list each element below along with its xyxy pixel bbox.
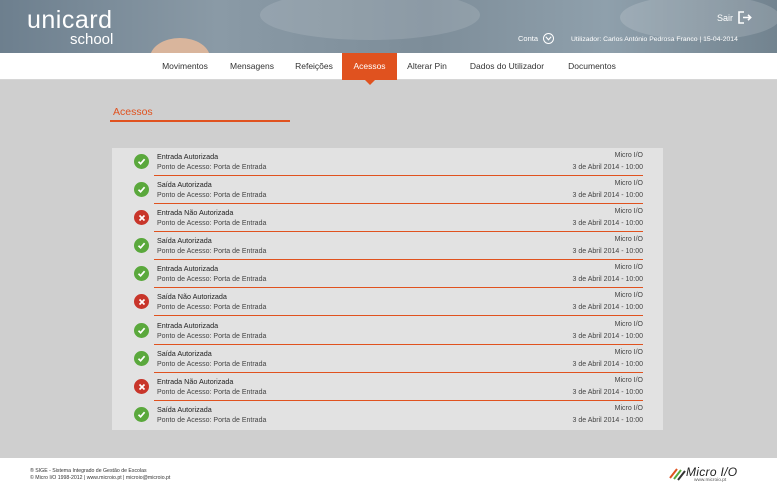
access-title: Entrada Não Autorizada xyxy=(157,377,234,386)
check-icon xyxy=(134,323,149,338)
footer: ® SIGE - Sistema Integrado de Gestão de … xyxy=(0,458,777,486)
nav-item-acessos[interactable]: Acessos xyxy=(342,53,397,85)
brand-name: Micro I/O xyxy=(686,465,738,479)
nav-item-mensagens[interactable]: Mensagens xyxy=(222,53,282,80)
access-device: Micro I/O xyxy=(614,349,643,356)
account-label: Conta xyxy=(518,34,539,43)
logout-button[interactable]: Sair xyxy=(717,11,752,24)
access-title: Saída Autorizada xyxy=(157,349,212,358)
list-item: Entrada Não Autorizada Ponto de Acesso: P… xyxy=(112,373,663,401)
check-icon xyxy=(134,238,149,253)
nav-item-refeicoes[interactable]: Refeições xyxy=(287,53,341,80)
access-point: Ponto de Acesso: Porta de Entrada xyxy=(157,389,267,396)
logo[interactable]: unicard xyxy=(27,6,113,34)
access-title: Entrada Não Autorizada xyxy=(157,208,234,217)
list-item: Entrada Autorizada Ponto de Acesso: Porta… xyxy=(112,317,663,345)
list-item: Entrada Autorizada Ponto de Acesso: Porta… xyxy=(112,148,663,176)
access-point: Ponto de Acesso: Porta de Entrada xyxy=(157,248,267,255)
access-title: Entrada Autorizada xyxy=(157,321,219,330)
access-datetime: 3 de Abril 2014 - 10:00 xyxy=(572,248,643,255)
access-datetime: 3 de Abril 2014 - 10:00 xyxy=(572,192,643,199)
access-datetime: 3 de Abril 2014 - 10:00 xyxy=(572,164,643,171)
access-title: Saída Autorizada xyxy=(157,180,212,189)
list-item: Saída Autorizada Ponto de Acesso: Porta d… xyxy=(112,401,663,429)
title-underline xyxy=(110,120,290,122)
microio-logo[interactable]: Micro I/O www.microio.pt xyxy=(668,463,750,483)
access-title: Saída Autorizada xyxy=(157,236,212,245)
nav-item-documentos[interactable]: Documentos xyxy=(559,53,625,80)
cross-icon xyxy=(134,379,149,394)
access-datetime: 3 de Abril 2014 - 10:00 xyxy=(572,417,643,424)
check-icon xyxy=(134,407,149,422)
access-device: Micro I/O xyxy=(614,152,643,159)
check-icon xyxy=(134,154,149,169)
access-device: Micro I/O xyxy=(614,292,643,299)
header-banner: unicard school Sair Conta Utilizador: Ca… xyxy=(0,0,777,53)
access-point: Ponto de Acesso: Porta de Entrada xyxy=(157,276,267,283)
access-device: Micro I/O xyxy=(614,405,643,412)
access-point: Ponto de Acesso: Porta de Entrada xyxy=(157,192,267,199)
list-item: Saída Autorizada Ponto de Acesso: Porta d… xyxy=(112,232,663,260)
list-item: Saída Autorizada Ponto de Acesso: Porta d… xyxy=(112,345,663,373)
nav-item-dados-utilizador[interactable]: Dados do Utilizador xyxy=(460,53,554,80)
access-title: Entrada Autorizada xyxy=(157,152,219,161)
access-title: Entrada Autorizada xyxy=(157,264,219,273)
logout-icon xyxy=(738,11,752,24)
access-device: Micro I/O xyxy=(614,377,643,384)
access-point: Ponto de Acesso: Porta de Entrada xyxy=(157,220,267,227)
list-item: Entrada Autorizada Ponto de Acesso: Porta… xyxy=(112,260,663,288)
access-device: Micro I/O xyxy=(614,264,643,271)
check-icon xyxy=(134,351,149,366)
access-list: Entrada Autorizada Ponto de Acesso: Porta… xyxy=(112,148,663,430)
access-device: Micro I/O xyxy=(614,321,643,328)
footer-copyright-microio: © Micro I/O 1998-2012 | www.microio.pt |… xyxy=(30,475,171,481)
access-datetime: 3 de Abril 2014 - 10:00 xyxy=(572,389,643,396)
user-info: Utilizador: Carlos António Pedrosa Franc… xyxy=(571,36,738,43)
access-point: Ponto de Acesso: Porta de Entrada xyxy=(157,417,267,424)
access-datetime: 3 de Abril 2014 - 10:00 xyxy=(572,276,643,283)
access-datetime: 3 de Abril 2014 - 10:00 xyxy=(572,361,643,368)
access-datetime: 3 de Abril 2014 - 10:00 xyxy=(572,220,643,227)
nav-item-alterar-pin[interactable]: Alterar Pin xyxy=(400,53,454,80)
access-device: Micro I/O xyxy=(614,180,643,187)
nav-item-movimentos[interactable]: Movimentos xyxy=(152,53,218,80)
access-datetime: 3 de Abril 2014 - 10:00 xyxy=(572,333,643,340)
check-icon xyxy=(134,266,149,281)
list-item: Entrada Não Autorizada Ponto de Acesso: P… xyxy=(112,204,663,232)
page-title: Acessos xyxy=(113,106,153,118)
access-device: Micro I/O xyxy=(614,236,643,243)
access-title: Saída Autorizada xyxy=(157,405,212,414)
cross-icon xyxy=(134,294,149,309)
list-item: Saída Não Autorizada Ponto de Acesso: Por… xyxy=(112,288,663,316)
access-point: Ponto de Acesso: Porta de Entrada xyxy=(157,361,267,368)
access-point: Ponto de Acesso: Porta de Entrada xyxy=(157,304,267,311)
brand-url: www.microio.pt xyxy=(694,478,727,483)
microio-logo-mark xyxy=(669,468,686,481)
list-item: Saída Autorizada Ponto de Acesso: Porta d… xyxy=(112,176,663,204)
access-point: Ponto de Acesso: Porta de Entrada xyxy=(157,164,267,171)
row-divider xyxy=(154,315,643,316)
account-menu[interactable]: Conta xyxy=(518,33,555,44)
main-nav: Movimentos Mensagens Refeições Acessos A… xyxy=(0,53,777,85)
footer-copyright-sige: ® SIGE - Sistema Integrado de Gestão de … xyxy=(30,468,147,474)
logout-label: Sair xyxy=(717,12,734,23)
access-datetime: 3 de Abril 2014 - 10:00 xyxy=(572,304,643,311)
logo-subtitle: school xyxy=(70,31,114,48)
chevron-down-icon xyxy=(543,33,555,44)
check-icon xyxy=(134,182,149,197)
access-title: Saída Não Autorizada xyxy=(157,292,227,301)
access-point: Ponto de Acesso: Porta de Entrada xyxy=(157,333,267,340)
access-device: Micro I/O xyxy=(614,208,643,215)
cross-icon xyxy=(134,210,149,225)
